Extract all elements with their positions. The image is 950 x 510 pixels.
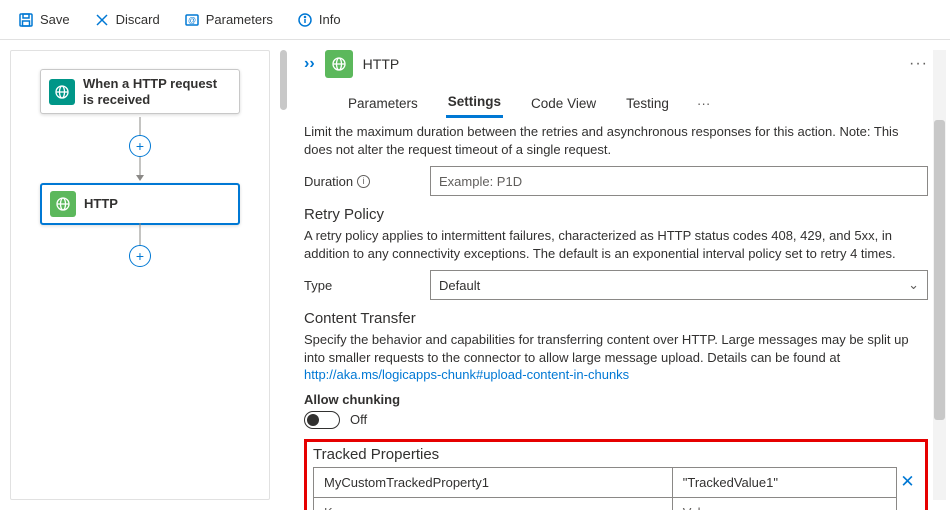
tab-testing[interactable]: Testing: [624, 90, 671, 117]
svg-text:@: @: [188, 16, 196, 25]
retry-type-label: Type: [304, 278, 414, 293]
panel-tabs: Parameters Settings Code View Testing ··…: [346, 88, 928, 119]
tab-code-view[interactable]: Code View: [529, 90, 598, 117]
toggle-knob: [307, 414, 319, 426]
chunking-docs-link[interactable]: http://aka.ms/logicapps-chunk#upload-con…: [304, 367, 629, 382]
parameters-icon: @: [184, 12, 200, 28]
parameters-label: Parameters: [206, 12, 273, 27]
tab-settings[interactable]: Settings: [446, 88, 503, 118]
top-toolbar: Save Discard @ Parameters Info: [0, 0, 950, 40]
connector-line: [140, 157, 141, 175]
table-row: MyCustomTrackedProperty1 "TrackedValue1"…: [314, 467, 919, 497]
empty-cell: [897, 497, 919, 510]
tracked-key-placeholder[interactable]: Key: [314, 497, 673, 510]
http-trigger-icon: [49, 79, 75, 105]
add-step-button[interactable]: +: [129, 135, 151, 157]
panel-action-icon: [325, 50, 353, 78]
tracked-key-cell[interactable]: MyCustomTrackedProperty1: [314, 467, 673, 497]
discard-button[interactable]: Discard: [86, 8, 168, 32]
trigger-node[interactable]: When a HTTP request is received: [40, 69, 240, 114]
duration-label: Duration i: [304, 174, 414, 189]
info-icon: [297, 12, 313, 28]
settings-content: Limit the maximum duration between the r…: [304, 123, 928, 510]
close-icon: [94, 12, 110, 28]
tracked-properties-section: Tracked Properties MyCustomTrackedProper…: [304, 439, 928, 510]
action-settings-panel: ›› HTTP ··· Parameters Settings Code Vie…: [290, 40, 950, 510]
content-transfer-description: Specify the behavior and capabilities fo…: [304, 331, 928, 384]
allow-chunking-state: Off: [350, 412, 367, 427]
panel-scrollbar-thumb[interactable]: [934, 120, 945, 420]
trigger-label: When a HTTP request is received: [83, 76, 231, 107]
duration-input[interactable]: [430, 166, 928, 196]
arrow-icon: [136, 175, 144, 181]
retry-type-value: Default: [439, 278, 480, 293]
allow-chunking-toggle[interactable]: [304, 411, 340, 429]
collapse-icon[interactable]: ››: [304, 55, 315, 73]
save-icon: [18, 12, 34, 28]
chevron-down-icon: ⌄: [908, 277, 919, 293]
discard-label: Discard: [116, 12, 160, 27]
retry-policy-heading: Retry Policy: [304, 206, 928, 223]
duration-description: Limit the maximum duration between the r…: [304, 123, 928, 158]
panel-title: HTTP: [363, 56, 400, 72]
parameters-button[interactable]: @ Parameters: [176, 8, 281, 32]
save-button[interactable]: Save: [10, 8, 78, 32]
tracked-value-cell[interactable]: "TrackedValue1": [672, 467, 896, 497]
connector-line: [140, 223, 141, 245]
http-action-label: HTTP: [84, 196, 118, 212]
allow-chunking-label: Allow chunking: [304, 392, 928, 407]
table-row: Key Value: [314, 497, 919, 510]
content-transfer-heading: Content Transfer: [304, 310, 928, 327]
info-label: Info: [319, 12, 341, 27]
save-label: Save: [40, 12, 70, 27]
tracked-value-placeholder[interactable]: Value: [672, 497, 896, 510]
add-step-button-2[interactable]: +: [129, 245, 151, 267]
tabs-overflow[interactable]: ···: [697, 96, 711, 111]
designer-canvas-wrap: When a HTTP request is received + HTTP +: [0, 40, 290, 510]
tracked-properties-table: MyCustomTrackedProperty1 "TrackedValue1"…: [313, 467, 919, 510]
retry-policy-description: A retry policy applies to intermittent f…: [304, 227, 928, 262]
designer-canvas[interactable]: When a HTTP request is received + HTTP +: [11, 51, 269, 499]
tab-parameters[interactable]: Parameters: [346, 90, 420, 117]
connector-line: [140, 117, 141, 135]
info-icon[interactable]: i: [357, 175, 370, 188]
http-action-node[interactable]: HTTP: [40, 183, 240, 225]
tracked-properties-heading: Tracked Properties: [313, 446, 919, 463]
info-button[interactable]: Info: [289, 8, 349, 32]
delete-row-button[interactable]: ✕: [897, 467, 919, 497]
retry-type-select[interactable]: Default ⌄: [430, 270, 928, 300]
canvas-scrollbar[interactable]: [280, 50, 287, 110]
panel-more-button[interactable]: ···: [909, 55, 928, 73]
http-action-icon: [50, 191, 76, 217]
